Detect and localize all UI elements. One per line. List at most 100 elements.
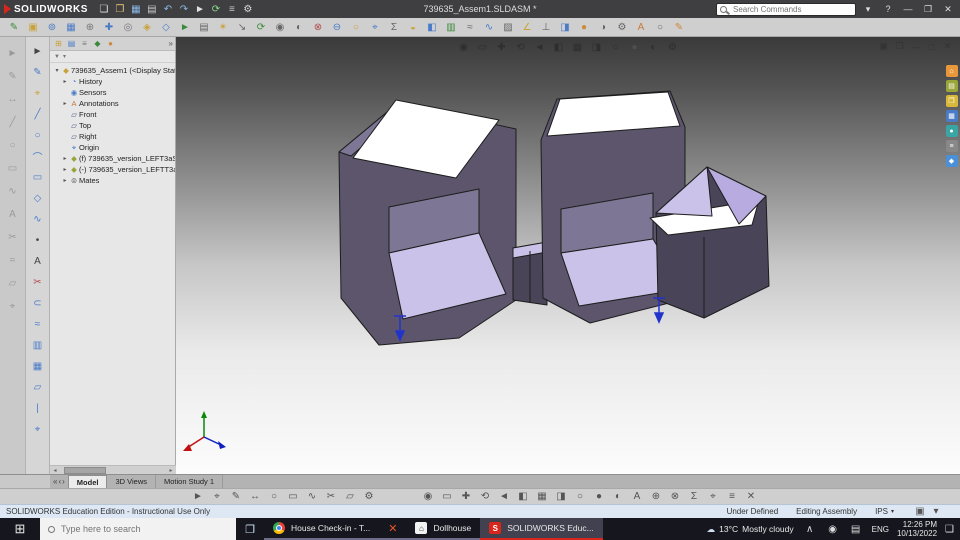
filter-caret-icon[interactable]: ▾ [63,53,66,60]
zoom-area-icon[interactable]: ▭ [439,488,455,505]
network-icon[interactable]: ▤ [848,521,864,538]
tab-nav-icon[interactable]: « [53,477,57,486]
pan-icon[interactable]: ✚ [494,40,509,55]
plane-icon[interactable]: ▱ [30,379,46,396]
trim-entities-icon[interactable]: ✂ [30,274,46,291]
orientation-icon[interactable]: ▦ [534,488,550,505]
bill-of-materials-icon[interactable]: ▤ [196,19,212,36]
assembly-3d-model[interactable] [176,37,960,474]
mate-icon[interactable]: ⊚ [44,19,60,36]
symmetry-check-icon[interactable]: ◨ [557,19,573,36]
sketch-icon[interactable]: ✎ [228,488,244,505]
tray-expand-icon[interactable]: ∧ [802,521,818,538]
win-menu-icon[interactable]: ▣ [877,40,890,53]
text-icon[interactable]: A [30,253,46,270]
display-style-icon[interactable]: ◨ [589,40,604,55]
graphics-viewport[interactable]: ◉ ▭ ✚ ⟲ ◄ ◧ ▦ ◨ ○ ● ◐ ⚙ ▣ ❐ — □ ✕ ⌂ ▤ ❐ ▦ ● ≡ ◆ [176,37,960,474]
spline-icon[interactable]: ∿ [304,488,320,505]
draft-analysis-icon[interactable]: ∠ [519,19,535,36]
hide-show-items-icon[interactable]: ○ [608,40,623,55]
previous-view-icon[interactable]: ◄ [532,40,547,55]
search-input[interactable] [716,2,856,16]
mirror-entities-icon[interactable]: ▥ [30,337,46,354]
tree-expand-icon[interactable]: ▸ [61,166,69,173]
hide-show-items-icon[interactable]: ○ [652,19,668,36]
file-explorer-icon[interactable]: ❐ [945,95,958,107]
tab-nav-icon[interactable]: › [62,477,65,486]
previous-view-icon[interactable]: ◄ [496,488,512,505]
edit-appearance-icon[interactable]: ✎ [671,19,687,36]
win-minimize-icon[interactable]: — [909,40,922,53]
axis-icon[interactable]: | [30,400,46,417]
interference-icon[interactable]: ⊗ [667,488,683,505]
linear-component-pattern-icon[interactable]: ▦ [63,19,79,36]
zoom-area-icon[interactable]: ▭ [475,40,490,55]
redo-icon[interactable]: ↷ [176,1,192,18]
section-view-icon[interactable]: ◧ [424,19,440,36]
hole-alignment-icon[interactable]: ○ [348,19,364,36]
app-close-button[interactable]: ✕ [940,2,956,16]
select-icon[interactable]: ► [192,1,208,18]
curvature-icon[interactable]: ∿ [481,19,497,36]
tree-item[interactable]: ▱ Right [50,131,175,142]
appearances-scenes-icon[interactable]: ● [945,125,958,137]
win-close-icon[interactable]: ✕ [941,40,954,53]
instant3d-icon[interactable]: ↘ [234,19,250,36]
trim-icon[interactable]: ✂ [323,488,339,505]
performance-evaluation-icon[interactable]: ≈ [462,19,478,36]
offset-entities-icon[interactable]: ≈ [30,316,46,333]
offset-disabled-icon[interactable]: ≈ [5,252,21,269]
tree-expand-icon[interactable]: ▸ [61,78,69,85]
panel-overflow-chevron[interactable]: » [169,39,173,48]
appearance-icon[interactable]: ● [591,488,607,505]
undo-icon[interactable]: ↶ [160,1,176,18]
point-disabled-icon[interactable]: ⌖ [5,298,21,315]
move-component-icon[interactable]: ✚ [101,19,117,36]
plane-disabled-icon[interactable]: ▱ [5,275,21,292]
tab-model[interactable]: Model [67,475,108,488]
task-view-button[interactable]: ❐ [236,518,264,540]
tree-item[interactable]: ▸ ⊚ Mates [50,175,175,186]
app-restore-button[interactable]: ❐ [920,2,936,16]
tree-item[interactable]: ▾ ◆ 739635_Assem1 (<Display Stat [50,65,175,76]
view-palette-icon[interactable]: ▦ [945,110,958,122]
tree-expand-icon[interactable]: ▸ [61,177,69,184]
scene-icon[interactable]: ◐ [610,488,626,505]
spline-disabled-icon[interactable]: ∿ [5,183,21,200]
hide-show-icon[interactable]: ○ [572,488,588,505]
sketch-icon[interactable]: ✎ [30,64,46,81]
units-caret-icon[interactable]: ▾ [891,508,894,515]
display-style-icon[interactable]: ◨ [553,488,569,505]
undercut-analysis-icon[interactable]: ⊥ [538,19,554,36]
filter-funnel-icon[interactable]: ▼ [54,54,60,60]
take-snapshot-icon[interactable]: ◉ [272,19,288,36]
measure-icon[interactable]: ⌖ [209,488,225,505]
circle-icon[interactable]: ○ [266,488,282,505]
tree-item[interactable]: ▸ A Annotations [50,98,175,109]
view-orientation-icon[interactable]: ▦ [570,40,585,55]
select-disabled-icon[interactable]: ► [5,45,21,62]
volume-icon[interactable]: ◉ [825,521,841,538]
settings-icon[interactable]: ⚙ [361,488,377,505]
dimension-icon[interactable]: ↔ [247,488,263,505]
rotate-icon[interactable]: ⟲ [477,488,493,505]
new-motion-study-icon[interactable]: ► [177,19,193,36]
scroll-right-icon[interactable]: ▸ [166,467,176,474]
insert-components-icon[interactable]: ▣ [25,19,41,36]
tree-expand-icon[interactable]: ▾ [53,67,61,74]
weather-widget[interactable]: ☁ 13°C Mostly cloudy [707,524,794,535]
tree-item[interactable]: ▸ ◆ (-) 739635_version_LEFTT3a [50,164,175,175]
text-disabled-icon[interactable]: A [5,206,21,223]
add-icon[interactable]: ⊕ [648,488,664,505]
coordinate-system-icon[interactable]: ⌖ [30,421,46,438]
taskbar-search[interactable] [40,518,236,540]
reference-geometry-icon[interactable]: ◇ [158,19,174,36]
units-label[interactable]: IPS [875,507,888,516]
sw-forum-icon[interactable]: ◆ [945,155,958,167]
trim-disabled-icon[interactable]: ✂ [5,229,21,246]
annotation-icon[interactable]: A [629,488,645,505]
display-manager-tab-icon[interactable]: ● [104,38,117,50]
smart-dimension-icon[interactable]: ⌖ [30,85,46,102]
taskbar-task-dollhouse[interactable]: ⌂ Dollhouse [406,518,481,540]
open-file-icon[interactable]: ❐ [112,1,128,18]
